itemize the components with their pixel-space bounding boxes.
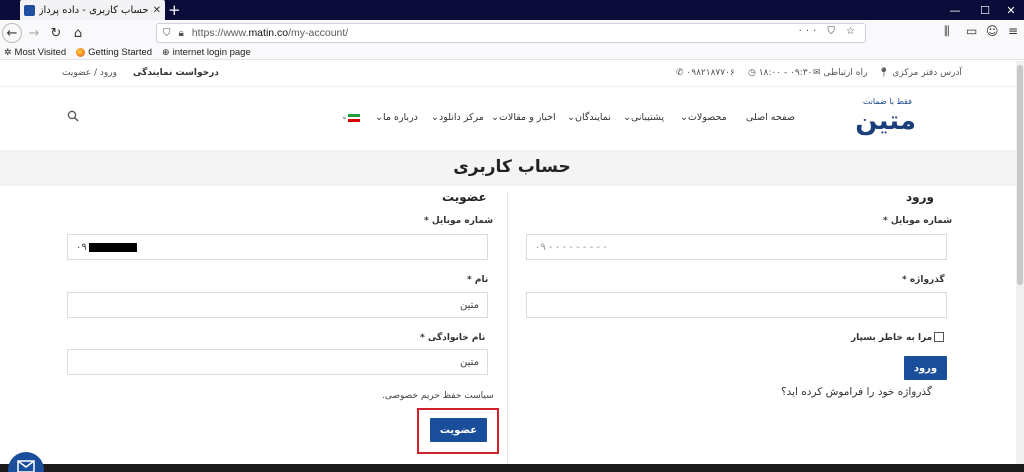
scrollbar-thumb[interactable] [1017, 65, 1023, 285]
lock-icon: 🔒︎ [178, 27, 184, 39]
chevron-down-icon: ⌄ [375, 112, 383, 123]
mail-icon [17, 460, 35, 472]
reload-icon[interactable]: ↻ [46, 23, 66, 43]
remember-me-label: مرا به خاطر بسپار [851, 333, 933, 343]
login-mobile-input[interactable]: ۰۹ - - - - - - - - - [526, 234, 947, 260]
hours-text: ◷ ۱۸:۰۰ - ۰۹:۳۰ [748, 68, 813, 78]
shield-icon: ⛉ [163, 27, 171, 39]
bookmark-internet-login[interactable]: ⊕ internet login page [162, 47, 251, 58]
register-mobile-label: شماره موبایل * [424, 216, 494, 226]
contact-link[interactable]: ✉ راه ارتباطی [813, 68, 867, 78]
sidebar-icon[interactable]: ▭ [966, 24, 977, 38]
chevron-down-icon[interactable]: ⌄ [341, 112, 348, 121]
browser-nav-bar: ← → ↻ ⌂ ⛉ 🔒︎ https://www.matin.co/my-acc… [0, 20, 1024, 46]
login-password-input[interactable] [526, 292, 947, 318]
page-actions-icon[interactable]: ··· ⛉ ☆ [799, 26, 859, 37]
register-title: عضویت [442, 190, 487, 204]
column-divider [507, 192, 508, 464]
site-header: فقط با ضمانت متین صفحه اصلی ⌄محصولات ⌄پش… [0, 87, 1024, 150]
forgot-password-link[interactable]: گذرواژه خود را فراموش کرده اید؟ [781, 386, 932, 398]
library-icon[interactable]: ⫼ [944, 24, 950, 39]
menu-downloads[interactable]: ⌄مرکز دانلود [431, 112, 484, 123]
redacted-block [88, 242, 137, 252]
login-password-label: گذرواژه * [902, 275, 945, 285]
first-name-label: نام * [467, 275, 489, 285]
page-title-band: حساب کاربری [0, 150, 1024, 186]
site-favicon-icon [24, 4, 35, 16]
globe-icon: ⊕ [162, 47, 170, 57]
address-link[interactable]: 📍︎ آدرس دفتر مرکزی [878, 68, 962, 78]
site-logo[interactable]: فقط با ضمانت متین [825, 97, 920, 137]
first-name-input[interactable]: متین [67, 292, 488, 318]
menu-news[interactable]: ⌄اخبار و مقالات [491, 112, 556, 123]
bookmark-getting-started[interactable]: Getting Started [76, 47, 152, 58]
last-name-label: نام خانوادگی * [420, 333, 486, 343]
login-signup-link[interactable]: ورود / عضویت [62, 68, 117, 78]
privacy-policy-link[interactable]: سیاست حفظ حریم خصوصی. [382, 391, 494, 401]
bookmark-most-visited[interactable]: ✲ Most Visited [4, 47, 66, 58]
site-top-strip: 📍︎ آدرس دفتر مرکزی ✉ راه ارتباطی ◷ ۱۸:۰۰… [0, 61, 1024, 87]
logo-tagline: فقط با ضمانت [862, 97, 912, 106]
menu-agents[interactable]: ⌄نمایندگان [567, 112, 611, 123]
agency-request-link[interactable]: درخواست نمایندگی [133, 68, 219, 78]
phone-link[interactable]: ✆ ۰۹۸۲۱۸۷۷۰۶ [676, 68, 735, 78]
bookmarks-bar: ✲ Most Visited Getting Started ⊕ internet … [0, 46, 1024, 60]
forward-icon[interactable]: → [24, 23, 44, 43]
close-window-icon[interactable]: ✕ [996, 0, 1024, 20]
chevron-down-icon: ⌄ [491, 112, 499, 123]
chevron-down-icon: ⌄ [567, 112, 575, 123]
tab-title: حساب کاربری - داده پرداز رایانه مت [39, 4, 149, 16]
remember-me-checkbox[interactable] [934, 332, 944, 342]
account-icon[interactable]: ☺ [986, 24, 999, 38]
mail-chat-button[interactable] [8, 452, 44, 472]
register-mobile-input[interactable]: ۰۹ [67, 234, 488, 260]
new-tab-button[interactable]: + [168, 1, 181, 19]
last-name-input[interactable]: متین [67, 349, 488, 375]
browser-tab-bar: حساب کاربری - داده پرداز رایانه مت ✕ + —… [0, 0, 1024, 20]
login-button[interactable]: ورود [904, 356, 947, 380]
page-scrollbar[interactable] [1016, 61, 1024, 464]
back-icon[interactable]: ← [2, 23, 22, 43]
gear-icon: ✲ [4, 47, 12, 57]
annotation-highlight-box [417, 408, 499, 454]
login-title: ورود [906, 190, 934, 204]
browser-tab-active[interactable]: حساب کاربری - داده پرداز رایانه مت ✕ [20, 0, 165, 20]
iran-flag-icon[interactable] [348, 114, 360, 122]
footer-bar [0, 464, 1024, 472]
firefox-icon [76, 48, 86, 57]
menu-about[interactable]: ⌄درباره ما [375, 112, 418, 123]
menu-icon[interactable]: ≡ [1008, 24, 1018, 38]
logo-text: متین [855, 106, 916, 136]
page-title: حساب کاربری [453, 157, 571, 177]
menu-home[interactable]: صفحه اصلی [746, 112, 795, 123]
url-bar[interactable]: ⛉ 🔒︎ https://www.matin.co/my-account/ ··… [156, 23, 866, 43]
home-icon[interactable]: ⌂ [68, 23, 88, 43]
search-icon[interactable] [67, 110, 79, 122]
chevron-down-icon: ⌄ [680, 112, 688, 123]
menu-support[interactable]: ⌄پشتیبانی [623, 112, 664, 123]
url-text: https://www.matin.co/my-account/ [191, 27, 349, 39]
menu-products[interactable]: ⌄محصولات [680, 112, 727, 123]
minimize-icon[interactable]: — [940, 0, 970, 20]
tab-close-icon[interactable]: ✕ [153, 5, 161, 16]
login-mobile-label: شماره موبایل * [883, 216, 953, 226]
chevron-down-icon: ⌄ [431, 112, 439, 123]
chevron-down-icon: ⌄ [623, 112, 631, 123]
